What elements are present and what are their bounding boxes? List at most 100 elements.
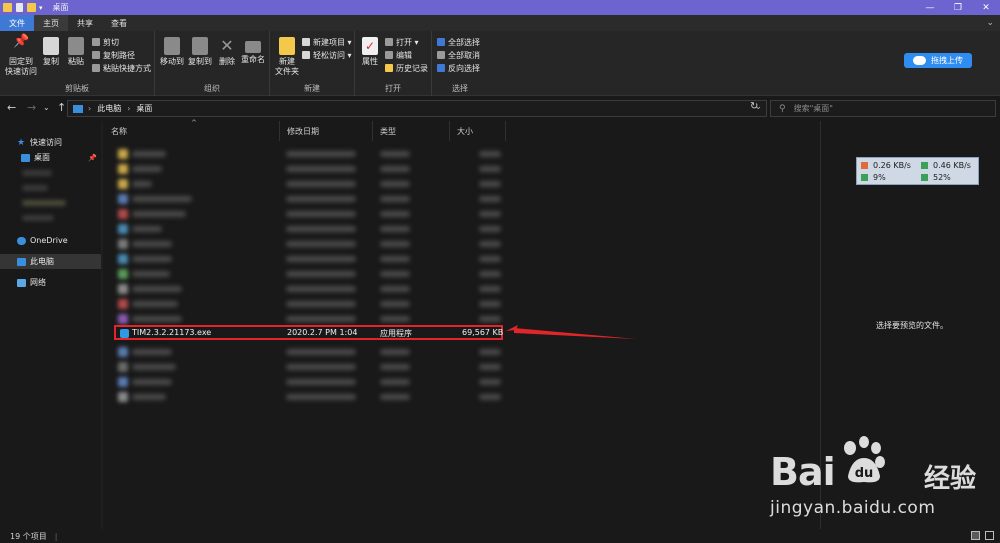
blurred-file-row[interactable] [114,238,504,251]
paste-shortcut-icon [92,64,100,72]
blurred-cell [286,271,356,277]
move-to-button[interactable]: 移动到 [158,37,186,67]
blurred-file-row[interactable] [114,391,504,404]
column-header-size[interactable]: 大小 [450,121,506,141]
properties-icon[interactable] [16,3,23,12]
blurred-file-row[interactable] [114,163,504,176]
blurred-cell [286,181,356,187]
nav-quick-access[interactable]: ★ 快速访问 [0,135,101,150]
recent-dropdown-icon[interactable]: ⌄ [43,103,50,112]
search-box[interactable]: ⚲ 搜索"桌面" [770,100,996,117]
window-title: 桌面 [52,3,69,12]
delete-button[interactable]: ✕ 删除 [217,37,237,67]
maximize-button[interactable]: ❐ [944,0,972,15]
copy-path-button[interactable]: 复制路径 [92,49,135,61]
minimize-button[interactable]: — [916,0,944,15]
blurred-file-row[interactable] [114,346,504,359]
tab-home[interactable]: 主页 [34,15,68,31]
address-bar[interactable]: › 此电脑 › 桌面 ⌄ [67,100,767,117]
paste-button[interactable]: 粘贴 [65,37,87,67]
blurred-file-row[interactable] [114,253,504,266]
ribbon-collapse-icon[interactable]: ⌄ [986,18,994,28]
close-button[interactable]: ✕ [972,0,1000,15]
new-item-button[interactable]: 新建项目 ▾ [302,36,352,48]
nav-desktop[interactable]: 桌面 📌 [0,150,101,165]
copy-button[interactable]: 复制 [40,37,62,67]
blurred-cell [479,349,501,355]
back-arrow-icon[interactable]: ← [7,101,16,114]
highlighted-file-row[interactable]: TIM2.3.2.21173.exe 2020.2.7 PM 1:04 应用程序… [114,325,503,340]
upload-arrow-icon [861,162,868,169]
copy-to-button[interactable]: 复制到 [186,37,214,67]
blurred-cell [286,364,356,370]
blurred-cell [380,394,410,400]
up-arrow-icon[interactable]: ↑ [57,101,66,114]
column-header-type[interactable]: 类型 [373,121,450,141]
blurred-file-row[interactable] [114,268,504,281]
paste-shortcut-button[interactable]: 粘贴快捷方式 [92,62,151,74]
new-folder-button[interactable]: 新建 文件夹 [273,37,301,77]
blurred-nav-item[interactable] [22,170,52,176]
blurred-cell [286,394,356,400]
refresh-icon[interactable]: ↻ [750,101,758,112]
quick-access-dropdown-icon[interactable]: ▾ [39,4,43,12]
forward-arrow-icon[interactable]: → [27,101,36,114]
blurred-file-row[interactable] [114,283,504,296]
history-button[interactable]: 历史记录 [385,62,428,74]
new-folder-icon[interactable] [27,3,36,12]
blurred-file-row[interactable] [114,223,504,236]
blurred-file-row[interactable] [114,298,504,311]
upload-speed-value: 0.26 KB/s [873,161,911,170]
tab-share[interactable]: 共享 [68,15,102,31]
properties-button[interactable]: ✓ 属性 [359,37,381,67]
blurred-file-row[interactable] [114,193,504,206]
cut-button[interactable]: 剪切 [92,36,119,48]
blurred-file-row[interactable] [114,361,504,374]
pin-to-quick-access-button[interactable]: 📌 固定到 快速访问 [4,35,38,77]
select-none-button[interactable]: 全部取消 [437,49,480,61]
pin-icon[interactable]: 📌 [88,154,97,162]
nav-this-pc-label: 此电脑 [30,257,54,266]
computer-icon [17,257,26,266]
blurred-nav-item[interactable] [22,215,54,221]
blurred-file-row[interactable] [114,208,504,221]
folder-icon[interactable] [3,3,12,12]
nav-network[interactable]: 网络 [0,275,101,290]
nav-splitter[interactable] [101,121,103,529]
blurred-file-row[interactable] [114,148,504,161]
breadcrumb-desktop[interactable]: 桌面 [136,103,152,114]
blurred-nav-item[interactable] [22,200,66,206]
breadcrumb-this-pc[interactable]: 此电脑 [97,103,121,114]
file-icon [118,149,128,159]
invert-selection-button[interactable]: 反向选择 [437,62,480,74]
blurred-nav-item[interactable] [22,185,48,191]
column-header-date[interactable]: 修改日期 [280,121,373,141]
history-icon [385,64,393,72]
nav-onedrive[interactable]: OneDrive [0,233,101,248]
edit-button[interactable]: 编辑 [385,49,412,61]
column-header-name[interactable]: 名称 ^ [104,119,280,141]
memory-icon [921,174,928,181]
cloud-icon [913,56,926,65]
blurred-cell [286,151,356,157]
rename-button[interactable]: 重命名 [239,37,267,65]
copy-label: 复制 [43,57,59,66]
large-icons-view-icon[interactable] [985,531,994,540]
easy-access-button[interactable]: 轻松访问 ▾ [302,49,352,61]
baidu-upload-button[interactable]: 拖拽上传 [904,53,972,68]
nav-this-pc[interactable]: 此电脑 [0,254,101,269]
details-view-icon[interactable] [971,531,980,540]
tab-file[interactable]: 文件 [0,15,34,31]
network-icon [17,278,26,287]
tab-view[interactable]: 查看 [102,15,136,31]
network-monitor-widget[interactable]: 0.26 KB/s 0.46 KB/s 9% 52% [856,157,979,185]
file-icon [118,362,128,372]
blurred-file-row[interactable] [114,376,504,389]
copy-path-icon [92,51,100,59]
file-icon [118,254,128,264]
select-all-button[interactable]: 全部选择 [437,36,480,48]
open-button[interactable]: 打开 ▾ [385,36,419,48]
blurred-file-row[interactable] [114,178,504,191]
properties-check-icon: ✓ [362,37,378,55]
cloud-icon [17,236,26,245]
